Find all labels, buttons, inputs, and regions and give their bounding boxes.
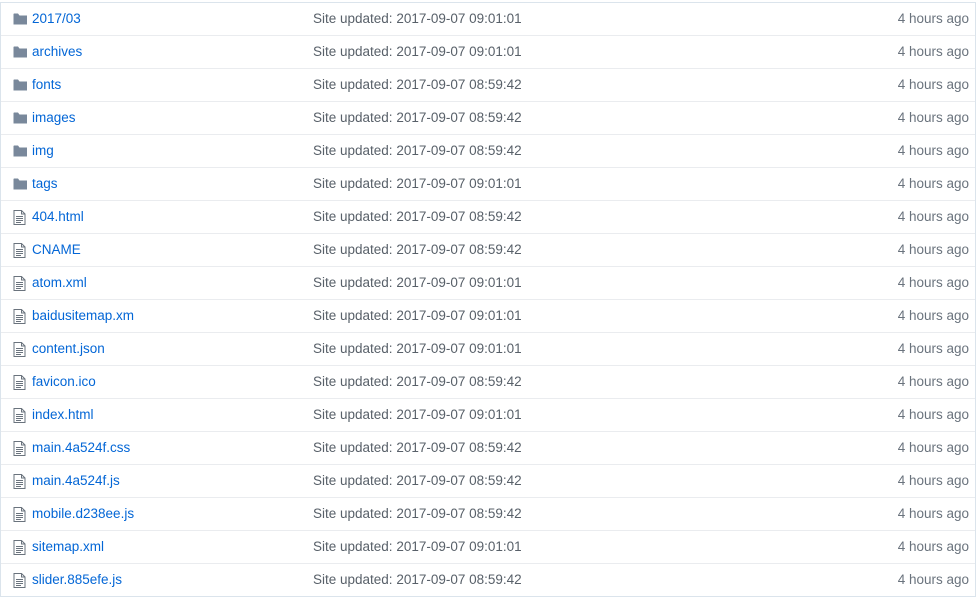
file-link[interactable]: main.4a524f.css <box>32 440 130 455</box>
file-icon <box>13 342 28 357</box>
file-link[interactable]: content.json <box>32 341 105 356</box>
commit-age: 4 hours ago <box>897 572 969 587</box>
commit-age: 4 hours ago <box>897 440 969 455</box>
commit-message-link[interactable]: Site updated: 2017-09-07 09:01:01 <box>313 275 522 290</box>
commit-message-link[interactable]: Site updated: 2017-09-07 09:01:01 <box>313 176 522 191</box>
table-row: img Site updated: 2017-09-07 08:59:42 4 ho… <box>1 134 975 167</box>
folder-icon <box>13 177 28 192</box>
commit-age: 4 hours ago <box>897 308 969 323</box>
file-icon <box>13 573 28 588</box>
commit-message-link[interactable]: Site updated: 2017-09-07 09:01:01 <box>313 341 522 356</box>
commit-age: 4 hours ago <box>897 242 969 257</box>
folder-link[interactable]: images <box>32 110 76 125</box>
folder-icon <box>13 144 28 159</box>
commit-age: 4 hours ago <box>897 473 969 488</box>
table-row: slider.885efe.js Site updated: 2017-09-07… <box>1 563 975 596</box>
commit-age: 4 hours ago <box>897 143 969 158</box>
folder-icon <box>13 12 28 27</box>
file-icon <box>13 210 28 225</box>
table-row: images Site updated: 2017-09-07 08:59:42 4… <box>1 101 975 134</box>
file-link[interactable]: 404.html <box>32 209 84 224</box>
file-icon <box>13 474 28 489</box>
table-row: main.4a524f.js Site updated: 2017-09-07 0… <box>1 464 975 497</box>
table-row: 404.html Site updated: 2017-09-07 08:59:4… <box>1 200 975 233</box>
table-row: sitemap.xml Site updated: 2017-09-07 09:0… <box>1 530 975 563</box>
table-row: baidusitemap.xm Site updated: 2017-09-07 … <box>1 299 975 332</box>
table-row: CNAME Site updated: 2017-09-07 08:59:42 4 … <box>1 233 975 266</box>
table-row: atom.xml Site updated: 2017-09-07 09:01:0… <box>1 266 975 299</box>
commit-age: 4 hours ago <box>897 77 969 92</box>
commit-age: 4 hours ago <box>897 407 969 422</box>
folder-icon <box>13 111 28 126</box>
file-link[interactable]: favicon.ico <box>32 374 96 389</box>
table-row: mobile.d238ee.js Site updated: 2017-09-07… <box>1 497 975 530</box>
commit-message-link[interactable]: Site updated: 2017-09-07 08:59:42 <box>313 209 522 224</box>
commit-message-link[interactable]: Site updated: 2017-09-07 09:01:01 <box>313 11 522 26</box>
commit-age: 4 hours ago <box>897 11 969 26</box>
file-link[interactable]: index.html <box>32 407 94 422</box>
table-row: main.4a524f.css Site updated: 2017-09-07 … <box>1 431 975 464</box>
file-icon <box>13 408 28 423</box>
table-row: favicon.ico Site updated: 2017-09-07 08:5… <box>1 365 975 398</box>
table-row: archives Site updated: 2017-09-07 09:01:0… <box>1 35 975 68</box>
folder-link[interactable]: archives <box>32 44 82 59</box>
commit-message-link[interactable]: Site updated: 2017-09-07 08:59:42 <box>313 473 522 488</box>
commit-message-link[interactable]: Site updated: 2017-09-07 09:01:01 <box>313 44 522 59</box>
file-icon <box>13 375 28 390</box>
commit-message-link[interactable]: Site updated: 2017-09-07 08:59:42 <box>313 242 522 257</box>
table-row: 2017/03 Site updated: 2017-09-07 09:01:01… <box>1 3 975 35</box>
folder-link[interactable]: 2017/03 <box>32 11 81 26</box>
table-row: tags Site updated: 2017-09-07 09:01:01 4 h… <box>1 167 975 200</box>
commit-message-link[interactable]: Site updated: 2017-09-07 09:01:01 <box>313 539 522 554</box>
file-list: 2017/03 Site updated: 2017-09-07 09:01:01… <box>0 2 976 597</box>
file-link[interactable]: baidusitemap.xm <box>32 308 134 323</box>
commit-message-link[interactable]: Site updated: 2017-09-07 08:59:42 <box>313 440 522 455</box>
commit-message-link[interactable]: Site updated: 2017-09-07 08:59:42 <box>313 572 522 587</box>
commit-age: 4 hours ago <box>897 44 969 59</box>
file-link[interactable]: CNAME <box>32 242 81 257</box>
commit-age: 4 hours ago <box>897 539 969 554</box>
commit-message-link[interactable]: Site updated: 2017-09-07 08:59:42 <box>313 110 522 125</box>
file-icon <box>13 507 28 522</box>
commit-message-link[interactable]: Site updated: 2017-09-07 09:01:01 <box>313 407 522 422</box>
file-icon <box>13 441 28 456</box>
commit-age: 4 hours ago <box>897 506 969 521</box>
file-link[interactable]: slider.885efe.js <box>32 572 122 587</box>
table-row: fonts Site updated: 2017-09-07 08:59:42 4 … <box>1 68 975 101</box>
file-icon <box>13 276 28 291</box>
file-icon <box>13 309 28 324</box>
commit-message-link[interactable]: Site updated: 2017-09-07 08:59:42 <box>313 374 522 389</box>
commit-age: 4 hours ago <box>897 341 969 356</box>
commit-age: 4 hours ago <box>897 110 969 125</box>
folder-link[interactable]: img <box>32 143 54 158</box>
file-icon <box>13 540 28 555</box>
table-row: content.json Site updated: 2017-09-07 09:… <box>1 332 975 365</box>
file-link[interactable]: mobile.d238ee.js <box>32 506 134 521</box>
folder-link[interactable]: fonts <box>32 77 61 92</box>
folder-link[interactable]: tags <box>32 176 58 191</box>
file-link[interactable]: main.4a524f.js <box>32 473 120 488</box>
commit-age: 4 hours ago <box>897 275 969 290</box>
folder-icon <box>13 78 28 93</box>
commit-age: 4 hours ago <box>897 176 969 191</box>
file-link[interactable]: sitemap.xml <box>32 539 104 554</box>
file-icon <box>13 243 28 258</box>
commit-message-link[interactable]: Site updated: 2017-09-07 09:01:01 <box>313 308 522 323</box>
commit-message-link[interactable]: Site updated: 2017-09-07 08:59:42 <box>313 143 522 158</box>
commit-message-link[interactable]: Site updated: 2017-09-07 08:59:42 <box>313 506 522 521</box>
file-link[interactable]: atom.xml <box>32 275 87 290</box>
commit-age: 4 hours ago <box>897 209 969 224</box>
folder-icon <box>13 45 28 60</box>
commit-message-link[interactable]: Site updated: 2017-09-07 08:59:42 <box>313 77 522 92</box>
commit-age: 4 hours ago <box>897 374 969 389</box>
table-row: index.html Site updated: 2017-09-07 09:01… <box>1 398 975 431</box>
